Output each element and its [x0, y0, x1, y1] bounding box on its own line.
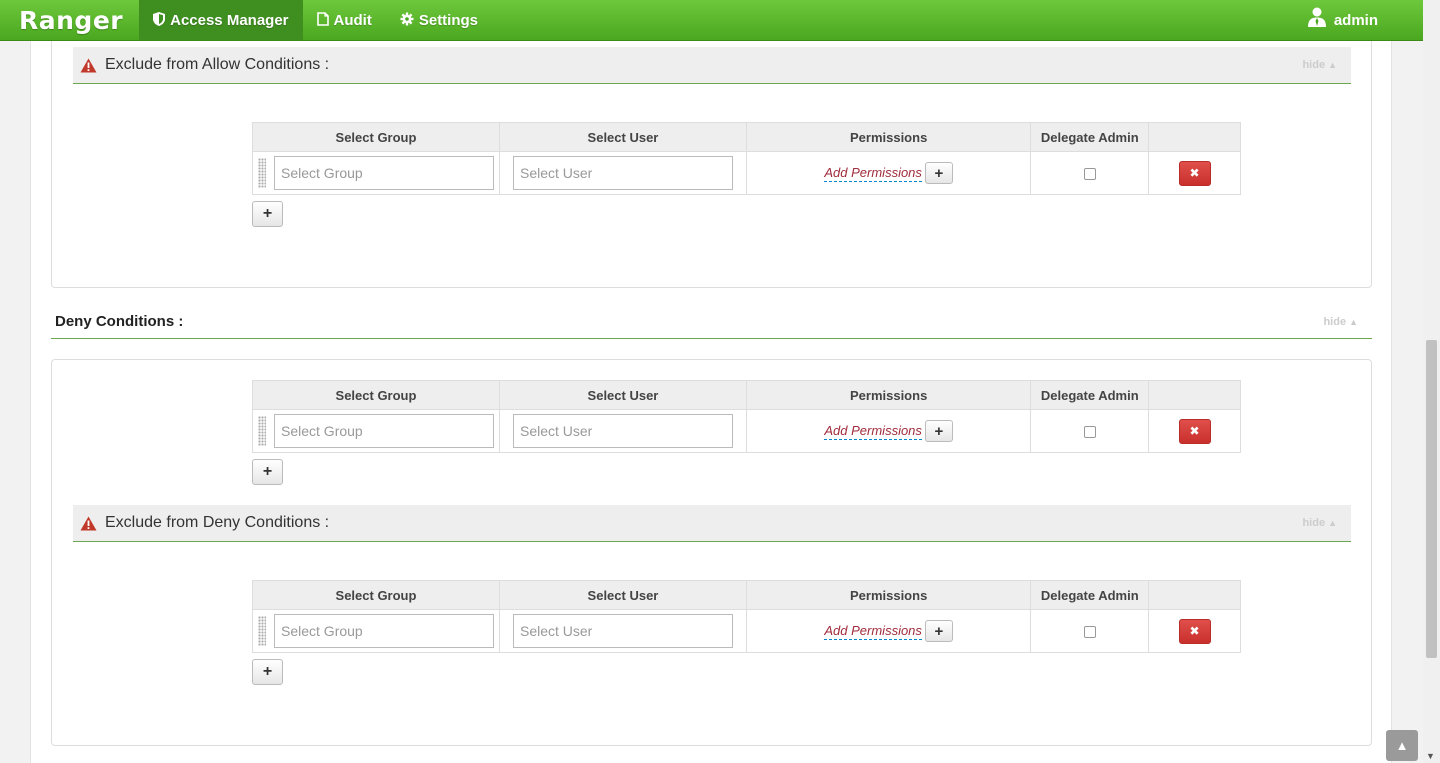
- add-permissions-link[interactable]: Add Permissions: [824, 623, 922, 640]
- caret-up-icon: ▲: [1328, 60, 1337, 70]
- user-name: admin: [1333, 11, 1378, 29]
- header-permissions: Permissions: [745, 380, 1032, 410]
- exclude-allow-header: Exclude from Allow Conditions : hide ▲: [73, 47, 1351, 84]
- user-icon: [1307, 7, 1326, 33]
- nav-settings-label: Settings: [418, 11, 479, 29]
- shield-icon: [153, 11, 166, 29]
- add-permissions-button[interactable]: +: [924, 620, 953, 642]
- header-permissions: Permissions: [745, 580, 1032, 610]
- gear-icon: [400, 12, 414, 29]
- exclude-deny-hide-toggle[interactable]: hide ▲: [1302, 517, 1337, 529]
- delegate-admin-checkbox[interactable]: [1083, 626, 1096, 639]
- add-permissions-link[interactable]: Add Permissions: [824, 165, 922, 182]
- exclude-allow-hide-toggle[interactable]: hide ▲: [1302, 59, 1337, 71]
- delete-row-button[interactable]: ✖: [1178, 618, 1211, 644]
- header-delegate-admin: Delegate Admin: [1030, 380, 1150, 410]
- hide-label: hide: [1323, 315, 1347, 328]
- header-select-user: Select User: [498, 122, 747, 152]
- scrollbar-thumb[interactable]: [1426, 340, 1437, 658]
- user-menu[interactable]: admin: [1307, 0, 1423, 40]
- exclude-deny-table: Select Group Select User Permissions Del…: [252, 580, 1241, 653]
- header-select-group: Select Group: [252, 580, 500, 610]
- select-group-input[interactable]: [274, 614, 494, 648]
- exclude-deny-title: Exclude from Deny Conditions :: [105, 514, 330, 531]
- header-actions: [1148, 580, 1241, 610]
- select-group-input[interactable]: [274, 156, 494, 190]
- header-select-user: Select User: [498, 580, 747, 610]
- nav-audit-label: Audit: [333, 11, 372, 29]
- nav-audit[interactable]: Audit: [303, 0, 386, 40]
- hide-label: hide: [1302, 517, 1326, 529]
- delegate-admin-checkbox[interactable]: [1083, 168, 1096, 181]
- header-select-user: Select User: [498, 380, 747, 410]
- close-icon: ✖: [1189, 624, 1200, 638]
- table-row: Add Permissions+ ✖: [252, 409, 1241, 453]
- header-actions: [1148, 380, 1241, 410]
- delete-row-button[interactable]: ✖: [1178, 418, 1211, 444]
- close-icon: ✖: [1189, 166, 1200, 180]
- select-user-input[interactable]: [512, 614, 733, 648]
- deny-conditions-title: Deny Conditions :: [55, 313, 184, 330]
- add-permissions-link[interactable]: Add Permissions: [824, 423, 922, 440]
- nav-access-manager-label: Access Manager: [170, 11, 289, 29]
- select-user-input[interactable]: [512, 414, 733, 448]
- back-to-top-button[interactable]: ▲: [1386, 730, 1418, 761]
- delegate-admin-checkbox[interactable]: [1083, 426, 1096, 439]
- header-actions: [1148, 122, 1241, 152]
- exclude-allow-title: Exclude from Allow Conditions :: [105, 56, 330, 73]
- drag-handle-icon[interactable]: [258, 416, 266, 446]
- file-icon: [316, 11, 329, 29]
- warning-icon: [80, 56, 98, 74]
- nav-access-manager[interactable]: Access Manager: [139, 0, 303, 40]
- deny-conditions-header: Deny Conditions : hide ▲: [51, 305, 1372, 339]
- exclude-allow-table: Select Group Select User Permissions Del…: [252, 122, 1241, 195]
- header-delegate-admin: Delegate Admin: [1030, 580, 1150, 610]
- warning-icon: [80, 514, 98, 532]
- scroll-down-arrow-icon[interactable]: ▼: [1426, 751, 1435, 761]
- add-permissions-button[interactable]: +: [924, 420, 953, 442]
- top-navbar: Ranger Access Manager Audit Settings adm…: [0, 0, 1423, 41]
- header-delegate-admin: Delegate Admin: [1030, 122, 1150, 152]
- deny-hide-toggle[interactable]: hide ▲: [1323, 316, 1358, 328]
- drag-handle-icon[interactable]: [258, 616, 266, 646]
- table-row: Add Permissions+ ✖: [252, 151, 1241, 195]
- brand-logo[interactable]: Ranger: [0, 0, 139, 40]
- add-row-button[interactable]: +: [252, 659, 283, 685]
- hide-label: hide: [1302, 59, 1326, 71]
- nav-settings[interactable]: Settings: [386, 0, 492, 40]
- add-row-button[interactable]: +: [252, 459, 283, 485]
- page-scrollbar[interactable]: ▼: [1423, 0, 1440, 763]
- delete-row-button[interactable]: ✖: [1178, 160, 1211, 186]
- select-user-input[interactable]: [512, 156, 733, 190]
- header-select-group: Select Group: [252, 122, 500, 152]
- select-group-input[interactable]: [274, 414, 494, 448]
- caret-up-icon: ▲: [1349, 316, 1358, 327]
- add-permissions-button[interactable]: +: [924, 162, 953, 184]
- arrow-up-icon: ▲: [1395, 738, 1409, 753]
- table-row: Add Permissions+ ✖: [252, 609, 1241, 653]
- plus-icon: +: [262, 463, 273, 480]
- drag-handle-icon[interactable]: [258, 158, 266, 188]
- plus-icon: +: [262, 205, 273, 222]
- caret-up-icon: ▲: [1328, 518, 1337, 528]
- plus-icon: +: [262, 663, 273, 680]
- close-icon: ✖: [1189, 424, 1200, 438]
- header-select-group: Select Group: [252, 380, 500, 410]
- deny-table: Select Group Select User Permissions Del…: [252, 380, 1241, 453]
- exclude-deny-header: Exclude from Deny Conditions : hide ▲: [73, 505, 1351, 542]
- header-permissions: Permissions: [745, 122, 1032, 152]
- add-row-button[interactable]: +: [252, 201, 283, 227]
